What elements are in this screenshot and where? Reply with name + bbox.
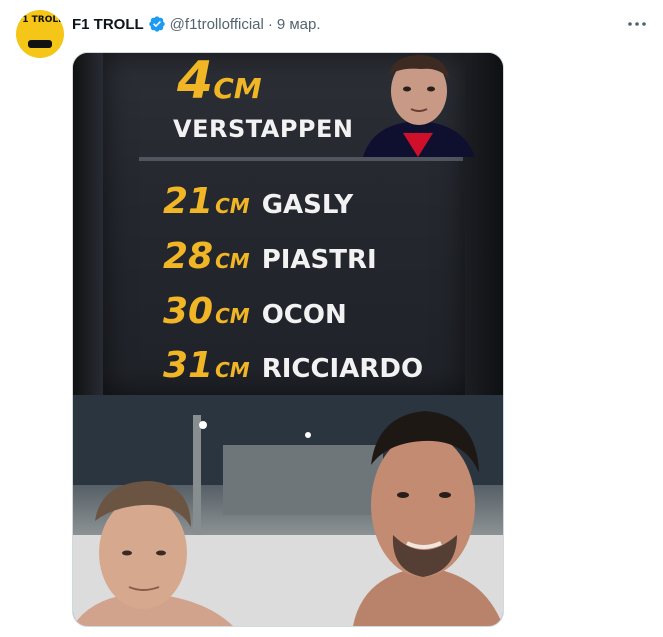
ranking-name: GASLY xyxy=(261,190,354,220)
ranking-value: 21 xyxy=(163,181,214,222)
ranking-row: 31 CM RICCIARDO xyxy=(163,345,423,386)
more-options-icon[interactable] xyxy=(625,12,649,36)
tweet-header: F1 TROLL @f1trollofficial · 9 мар. xyxy=(72,14,321,34)
author-handle[interactable]: @f1trollofficial xyxy=(170,16,264,33)
driver-portrait xyxy=(343,53,493,157)
timestamp[interactable]: 9 мар. xyxy=(277,16,321,33)
ranking-board: 4CM VERSTAPPEN 21 CM GASLY 28 CM PIASTRI… xyxy=(103,52,475,395)
avatar[interactable]: F1 TROLL xyxy=(16,10,64,58)
top-result-unit: CM xyxy=(213,72,262,105)
author-name[interactable]: F1 TROLL xyxy=(72,16,144,33)
tweet-media[interactable]: 4CM VERSTAPPEN 21 CM GASLY 28 CM PIASTRI… xyxy=(72,52,504,627)
person-right xyxy=(353,395,503,626)
ranking-value: 28 xyxy=(163,236,214,277)
ranking-value: 31 xyxy=(163,345,214,386)
ranking-name: RICCIARDO xyxy=(261,354,424,384)
ranking-unit: CM xyxy=(215,304,250,328)
ranking-row: 30 CM OCON xyxy=(163,291,347,332)
ranking-row: 21 CM GASLY xyxy=(163,181,353,222)
ranking-board-image: 4CM VERSTAPPEN 21 CM GASLY 28 CM PIASTRI… xyxy=(73,53,503,395)
divider xyxy=(139,157,463,161)
ranking-value: 30 xyxy=(163,291,214,332)
avatar-logo-text: F1 TROLL xyxy=(16,15,64,25)
verified-badge-icon[interactable] xyxy=(148,15,166,33)
top-result-number: 4 xyxy=(177,52,214,111)
ranking-name: OCON xyxy=(261,300,347,330)
ranking-name: PIASTRI xyxy=(261,245,377,275)
person-left xyxy=(73,475,233,626)
top-result-value: 4CM xyxy=(177,52,262,111)
ranking-unit: CM xyxy=(215,358,250,382)
top-result-name: VERSTAPPEN xyxy=(173,115,354,143)
video-still-image xyxy=(73,395,503,626)
ranking-row: 28 CM PIASTRI xyxy=(163,236,377,277)
separator-dot: · xyxy=(267,15,273,33)
car-icon xyxy=(28,40,52,48)
ranking-unit: CM xyxy=(215,249,250,273)
ranking-unit: CM xyxy=(215,194,250,218)
